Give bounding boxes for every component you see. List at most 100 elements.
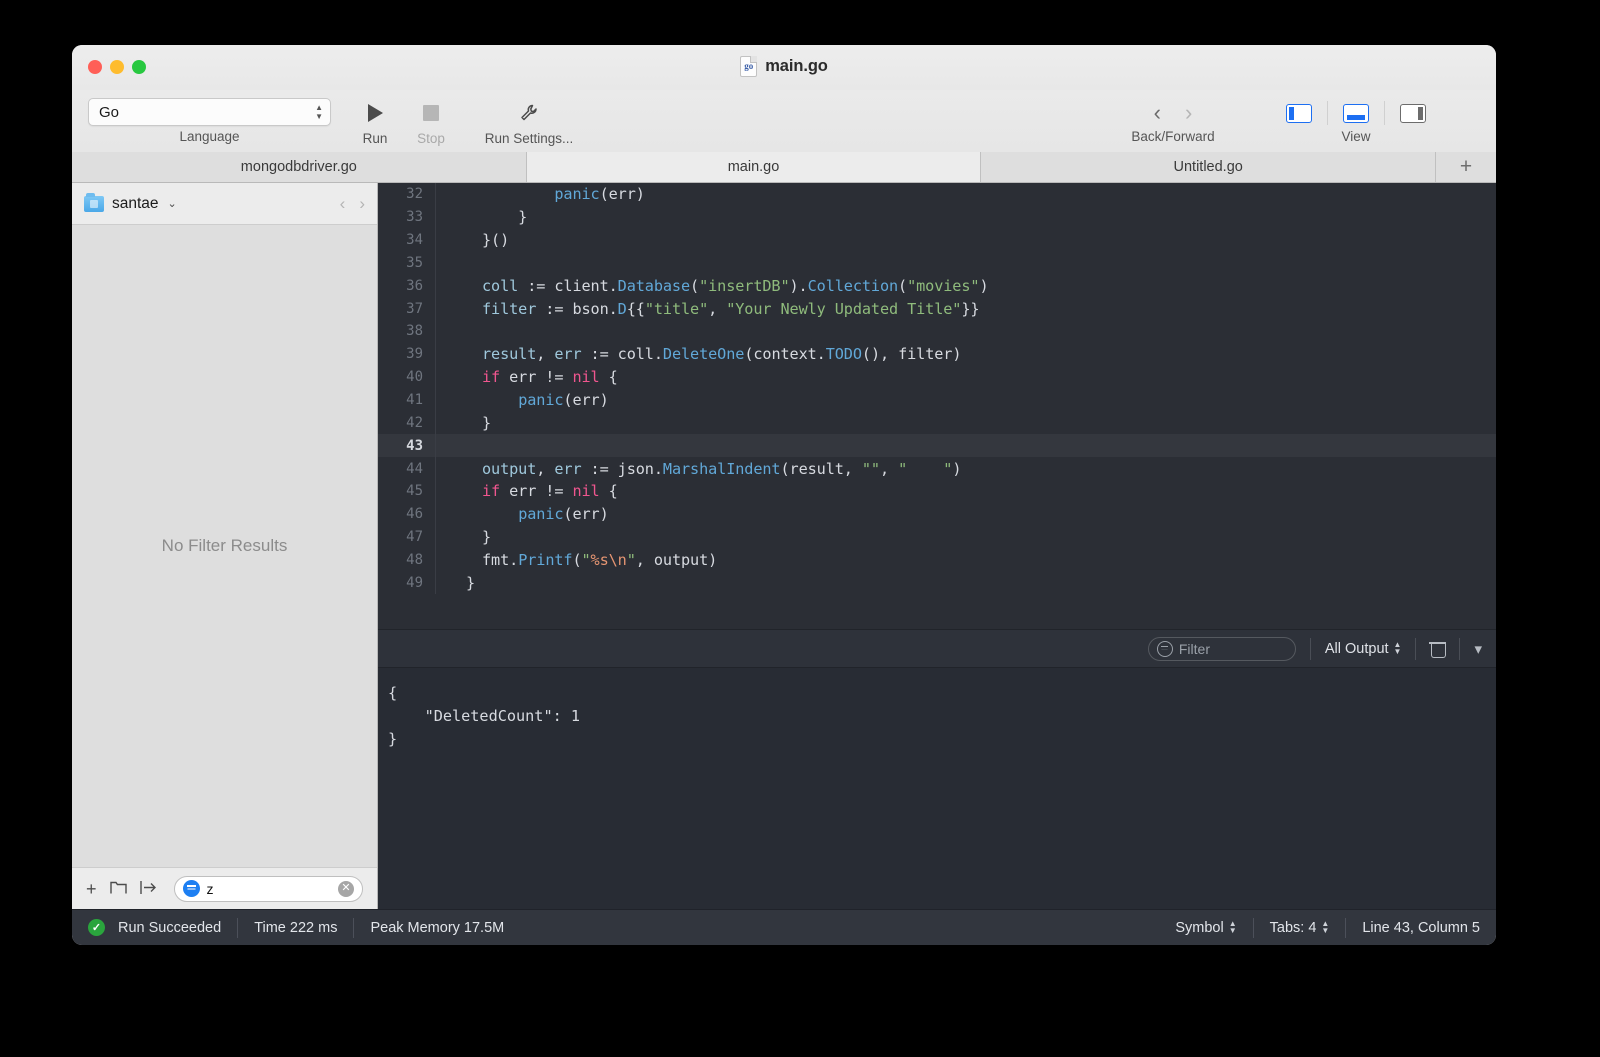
line-number: 47 bbox=[378, 525, 436, 549]
code-line[interactable]: 33 } bbox=[378, 205, 1496, 229]
code-line[interactable]: 44 output, err := json.MarshalIndent(resu… bbox=[378, 457, 1496, 480]
console-divider bbox=[1459, 637, 1461, 660]
sidebar-navigation: ‹ › bbox=[340, 194, 365, 214]
console-divider bbox=[1309, 637, 1311, 660]
code-line[interactable]: 40 if err != nil { bbox=[378, 365, 1496, 389]
status-bar: ✓ Run Succeeded Time 222 ms Peak Memory … bbox=[72, 909, 1496, 945]
stop-label: Stop bbox=[417, 131, 445, 146]
code-line[interactable]: 34}() bbox=[378, 228, 1496, 252]
code-text: } bbox=[482, 208, 528, 227]
chevron-updown-icon: ▲ ▼ bbox=[1228, 919, 1237, 935]
code-line[interactable]: 46 panic(err) bbox=[378, 502, 1496, 526]
import-icon[interactable] bbox=[139, 880, 157, 898]
code-line[interactable]: 45 if err != nil { bbox=[378, 479, 1496, 503]
tab-main[interactable]: main.go bbox=[526, 152, 982, 182]
chevron-updown-icon: ▲ ▼ bbox=[315, 103, 323, 121]
line-number: 38 bbox=[378, 320, 436, 343]
chevron-down-icon[interactable]: ▾ bbox=[1474, 640, 1482, 658]
code-line[interactable]: 48 fmt.Printf("%s\n", output) bbox=[378, 548, 1496, 572]
status-divider bbox=[353, 917, 355, 938]
code-line[interactable]: 32 panic(err) bbox=[378, 183, 1496, 206]
code-text: } bbox=[466, 573, 476, 592]
status-divider bbox=[1345, 917, 1347, 938]
line-number: 40 bbox=[378, 365, 436, 389]
line-number: 44 bbox=[378, 457, 436, 480]
run-settings-label: Run Settings... bbox=[484, 131, 574, 146]
window-body: santae ⌄ ‹ › No Filter Results + z ✕ 32 … bbox=[72, 183, 1496, 909]
line-number: 43 bbox=[378, 434, 436, 458]
stop-group[interactable]: Stop bbox=[406, 98, 456, 146]
code-line[interactable]: 36 coll := client.Database("insertDB").Co… bbox=[378, 274, 1496, 298]
title-bar: go main.go bbox=[72, 45, 1496, 90]
project-name[interactable]: santae bbox=[112, 195, 159, 213]
line-number: 48 bbox=[378, 548, 436, 572]
code-line[interactable]: 43 bbox=[378, 434, 1496, 458]
language-value: Go bbox=[99, 103, 120, 121]
code-text: coll := client.Database("insertDB").Coll… bbox=[482, 276, 989, 295]
window-title-group: go main.go bbox=[72, 56, 1496, 77]
new-folder-icon[interactable] bbox=[109, 880, 127, 898]
toolbar-divider bbox=[1384, 101, 1385, 125]
code-line[interactable]: 49} bbox=[378, 571, 1496, 595]
code-text: }() bbox=[482, 231, 510, 250]
tab-mongodbdriver[interactable]: mongodbdriver.go bbox=[72, 152, 527, 182]
run-label: Run bbox=[362, 131, 388, 146]
left-panel-toggle[interactable] bbox=[1286, 103, 1312, 123]
console-toolbar: Filter All Output ▲ ▼ ▾ bbox=[378, 629, 1496, 668]
trash-icon[interactable] bbox=[1429, 640, 1447, 658]
code-line[interactable]: 38 bbox=[378, 320, 1496, 343]
console-output: { "DeletedCount": 1 } bbox=[378, 668, 1496, 909]
code-text: panic(err) bbox=[518, 505, 609, 524]
clear-filter-icon[interactable]: ✕ bbox=[338, 880, 354, 897]
code-line[interactable]: 42} bbox=[378, 411, 1496, 435]
line-number: 33 bbox=[378, 205, 436, 229]
console-filter-input[interactable]: Filter bbox=[1147, 636, 1296, 661]
tab-untitled[interactable]: Untitled.go bbox=[981, 152, 1437, 182]
bottom-panel-toggle[interactable] bbox=[1343, 103, 1369, 123]
new-tab-button[interactable]: + bbox=[1436, 152, 1496, 182]
code-line[interactable]: 47} bbox=[378, 525, 1496, 549]
code-text: filter := bson.D{{"title", "Your Newly U… bbox=[482, 299, 980, 318]
line-number: 45 bbox=[378, 479, 436, 503]
line-number: 49 bbox=[378, 571, 436, 595]
status-divider bbox=[237, 917, 239, 938]
code-line[interactable]: 35 bbox=[378, 251, 1496, 275]
back-forward-label: Back/Forward bbox=[1131, 129, 1215, 144]
forward-button[interactable]: › bbox=[1185, 102, 1192, 124]
sidebar-back-button[interactable]: ‹ bbox=[340, 194, 346, 214]
symbol-label: Symbol bbox=[1175, 919, 1224, 936]
run-group[interactable]: Run bbox=[350, 98, 400, 146]
sidebar-header: santae ⌄ ‹ › bbox=[72, 183, 377, 225]
wrench-icon[interactable] bbox=[512, 98, 546, 128]
language-select[interactable]: Go ▲ ▼ bbox=[88, 98, 331, 126]
run-settings-group[interactable]: Run Settings... bbox=[464, 98, 594, 146]
back-button[interactable]: ‹ bbox=[1154, 102, 1161, 124]
add-file-icon[interactable]: + bbox=[86, 880, 97, 898]
output-scope-value: All Output bbox=[1324, 640, 1389, 657]
line-number: 32 bbox=[378, 183, 436, 206]
play-icon[interactable] bbox=[358, 98, 392, 128]
code-editor[interactable]: 32 panic(err) 33 } 34}() 35 36 coll := client… bbox=[378, 183, 1496, 629]
tabs-select[interactable]: Tabs: 4 ▲ ▼ bbox=[1270, 920, 1330, 936]
view-label: View bbox=[1341, 129, 1371, 144]
line-number: 35 bbox=[378, 251, 436, 275]
stop-icon[interactable] bbox=[414, 98, 448, 128]
line-number: 41 bbox=[378, 388, 436, 412]
code-line[interactable]: 41 panic(err) bbox=[378, 388, 1496, 412]
go-document-icon: go bbox=[740, 56, 758, 77]
code-line[interactable]: 39 result, err := coll.DeleteOne(context.… bbox=[378, 342, 1496, 366]
sidebar-filter-input[interactable]: z ✕ bbox=[173, 875, 363, 902]
project-sidebar: santae ⌄ ‹ › No Filter Results + z ✕ bbox=[72, 183, 378, 909]
line-number: 36 bbox=[378, 274, 436, 298]
chevron-down-icon[interactable]: ⌄ bbox=[168, 197, 177, 210]
language-label: Language bbox=[179, 129, 240, 144]
code-line[interactable]: 37 filter := bson.D{{"title", "Your Newly… bbox=[378, 297, 1496, 321]
code-text: if err != nil { bbox=[482, 482, 618, 501]
toolbar-divider bbox=[1327, 101, 1328, 125]
sidebar-forward-button[interactable]: › bbox=[359, 194, 365, 214]
view-group: View bbox=[1261, 100, 1451, 144]
output-scope-select[interactable]: All Output ▲ ▼ bbox=[1325, 641, 1402, 657]
right-panel-toggle[interactable] bbox=[1400, 103, 1426, 123]
chevron-updown-icon: ▲ ▼ bbox=[1321, 919, 1330, 935]
symbol-select[interactable]: Symbol ▲ ▼ bbox=[1175, 920, 1236, 936]
